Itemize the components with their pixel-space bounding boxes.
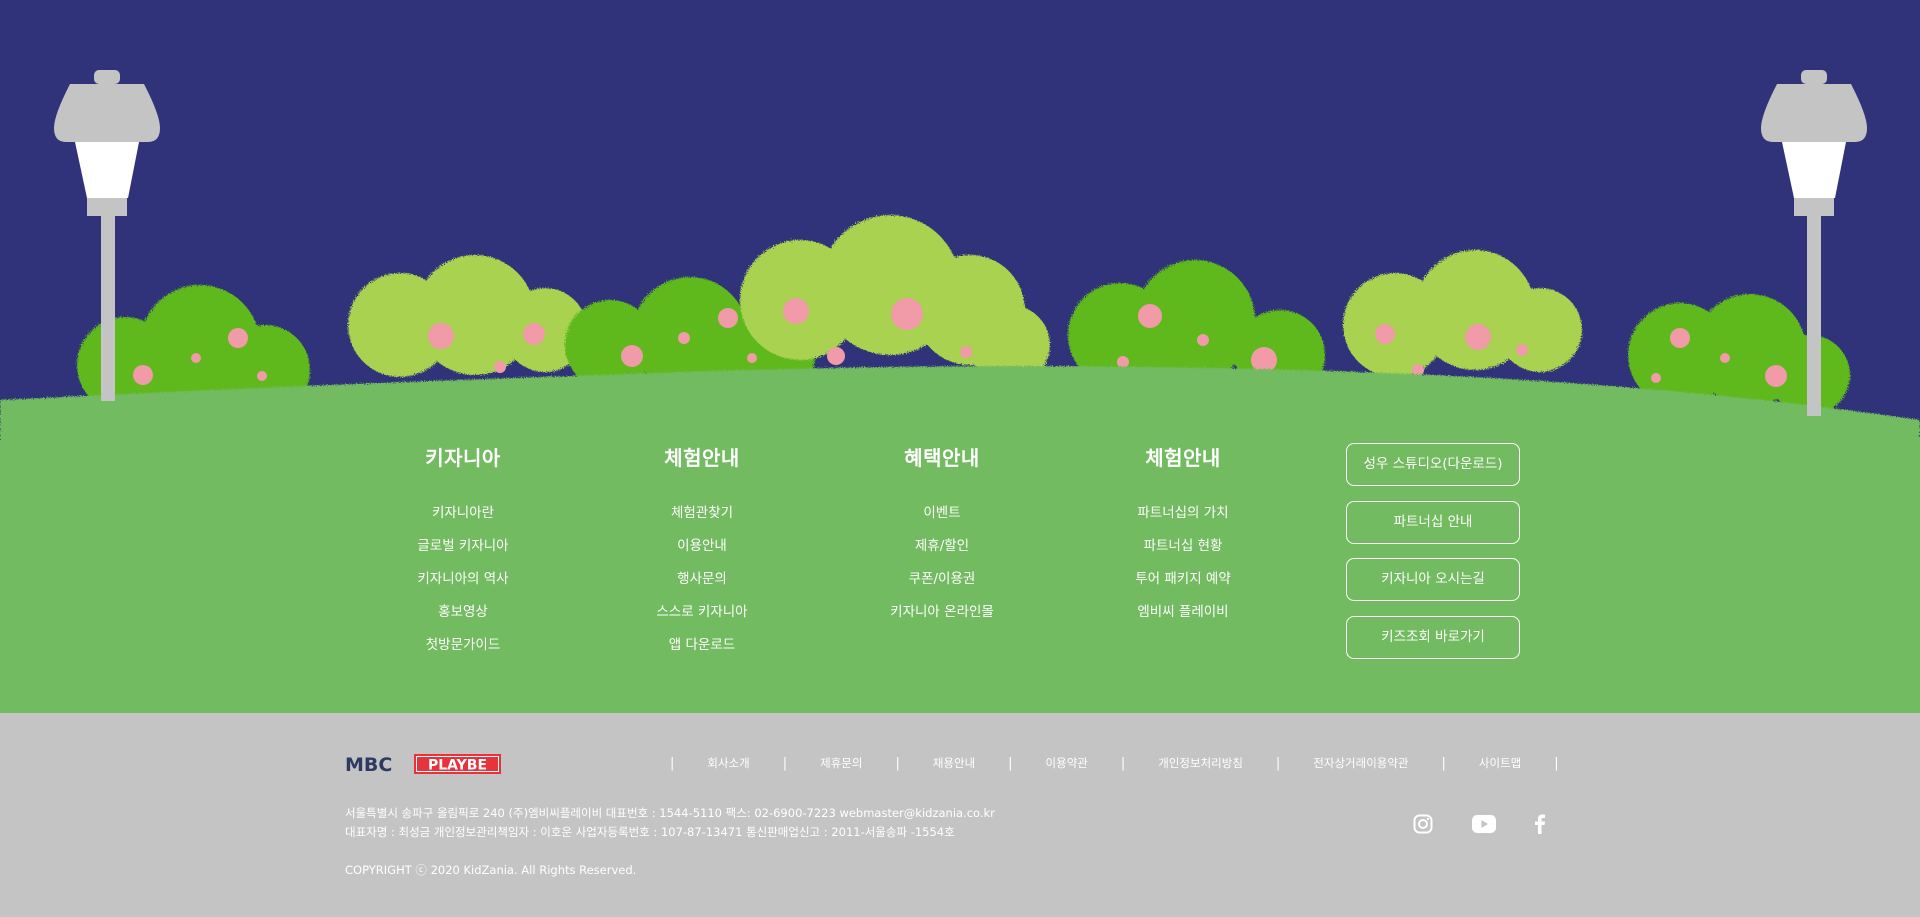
- menu-link[interactable]: 스스로 키자니아: [602, 596, 802, 629]
- footer-link-privacy[interactable]: 개인정보처리방침: [1125, 755, 1276, 771]
- voice-studio-download-button[interactable]: 성우 스튜디오(다운로드): [1346, 443, 1520, 486]
- column-title: 혜택안내: [904, 446, 980, 470]
- divider: |: [1554, 755, 1559, 771]
- company-info-line-2: 대표자명 : 최성금 개인정보관리책임자 : 이호운 사업자등록번호 : 107…: [345, 825, 955, 839]
- instagram-icon[interactable]: [1413, 814, 1433, 834]
- menu-link[interactable]: 체험관찾기: [602, 497, 802, 530]
- menu-link[interactable]: 이벤트: [842, 497, 1042, 530]
- mbc-playbe-logo[interactable]: MBC PLAYBE: [345, 754, 501, 774]
- column-title: 체험안내: [664, 446, 740, 470]
- site-footer: MBC PLAYBE | 회사소개 | 제휴문의 | 채용안내 | 이용약관 |…: [0, 713, 1920, 917]
- youtube-icon[interactable]: [1472, 815, 1496, 833]
- menu-column-benefits: 혜택안내 이벤트 제휴/할인 쿠폰/이용권 키자니아 온라인몰: [842, 442, 1042, 629]
- copyright: COPYRIGHT ⓒ 2020 KidZania. All Rights Re…: [345, 863, 637, 877]
- facebook-icon[interactable]: [1534, 814, 1546, 834]
- directions-button[interactable]: 키자니아 오시는길: [1346, 558, 1520, 601]
- column-title: 키자니아: [425, 446, 501, 470]
- menu-column-experience: 체험안내 체험관찾기 이용안내 행사문의 스스로 키자니아 앱 다운로드: [602, 442, 802, 662]
- footer-link-company[interactable]: 회사소개: [674, 755, 782, 771]
- menu-link[interactable]: 키자니아 온라인몰: [842, 596, 1042, 629]
- company-info-line-1: 서울특별시 송파구 올림픽로 240 (주)엠비씨플레이비 대표번호 : 154…: [345, 806, 995, 820]
- footer-link-ecommerce-terms[interactable]: 전자상거래이용약관: [1280, 755, 1441, 771]
- menu-link[interactable]: 파트너십 현황: [1083, 530, 1283, 563]
- menu-link[interactable]: 첫방문가이드: [363, 629, 563, 662]
- menu-link[interactable]: 앱 다운로드: [602, 629, 802, 662]
- footer-link-terms[interactable]: 이용약관: [1013, 755, 1121, 771]
- logo-text-left: MBC: [345, 754, 392, 774]
- company-info: 서울특별시 송파구 올림픽로 240 (주)엠비씨플레이비 대표번호 : 154…: [345, 804, 995, 842]
- menu-link[interactable]: 제휴/할인: [842, 530, 1042, 563]
- menu-link[interactable]: 홍보영상: [363, 596, 563, 629]
- menu-link[interactable]: 키자니아란: [363, 497, 563, 530]
- menu-link[interactable]: 엠비씨 플레이비: [1083, 596, 1283, 629]
- footer-links: | 회사소개 | 제휴문의 | 채용안내 | 이용약관 | 개인정보처리방침 |…: [670, 755, 1559, 771]
- menu-column-partnership: 체험안내 파트너십의 가치 파트너십 현황 투어 패키지 예약 엠비씨 플레이비: [1083, 442, 1283, 629]
- partnership-info-button[interactable]: 파트너십 안내: [1346, 500, 1520, 544]
- kids-lookup-button[interactable]: 키즈조회 바로가기: [1346, 615, 1520, 659]
- menu-link[interactable]: 쿠폰/이용권: [842, 563, 1042, 596]
- column-title: 체험안내: [1145, 446, 1221, 470]
- quick-buttons: 성우 스튜디오(다운로드) 파트너십 안내 키자니아 오시는길 키즈조회 바로가…: [1346, 443, 1520, 673]
- footer-link-sitemap[interactable]: 사이트맵: [1446, 755, 1554, 771]
- footer-link-careers[interactable]: 채용안내: [900, 755, 1008, 771]
- menu-link[interactable]: 행사문의: [602, 563, 802, 596]
- menu-link[interactable]: 파트너십의 가치: [1083, 497, 1283, 530]
- menu-column-kidzania: 키자니아 키자니아란 글로벌 키자니아 키자니아의 역사 홍보영상 첫방문가이드: [363, 442, 563, 662]
- menu-link[interactable]: 키자니아의 역사: [363, 563, 563, 596]
- logo-text-right: PLAYBE: [428, 758, 487, 774]
- menu-link[interactable]: 이용안내: [602, 530, 802, 563]
- menu-link[interactable]: 투어 패키지 예약: [1083, 563, 1283, 596]
- menu-link[interactable]: 글로벌 키자니아: [363, 530, 563, 563]
- footer-link-partnership[interactable]: 제휴문의: [787, 755, 895, 771]
